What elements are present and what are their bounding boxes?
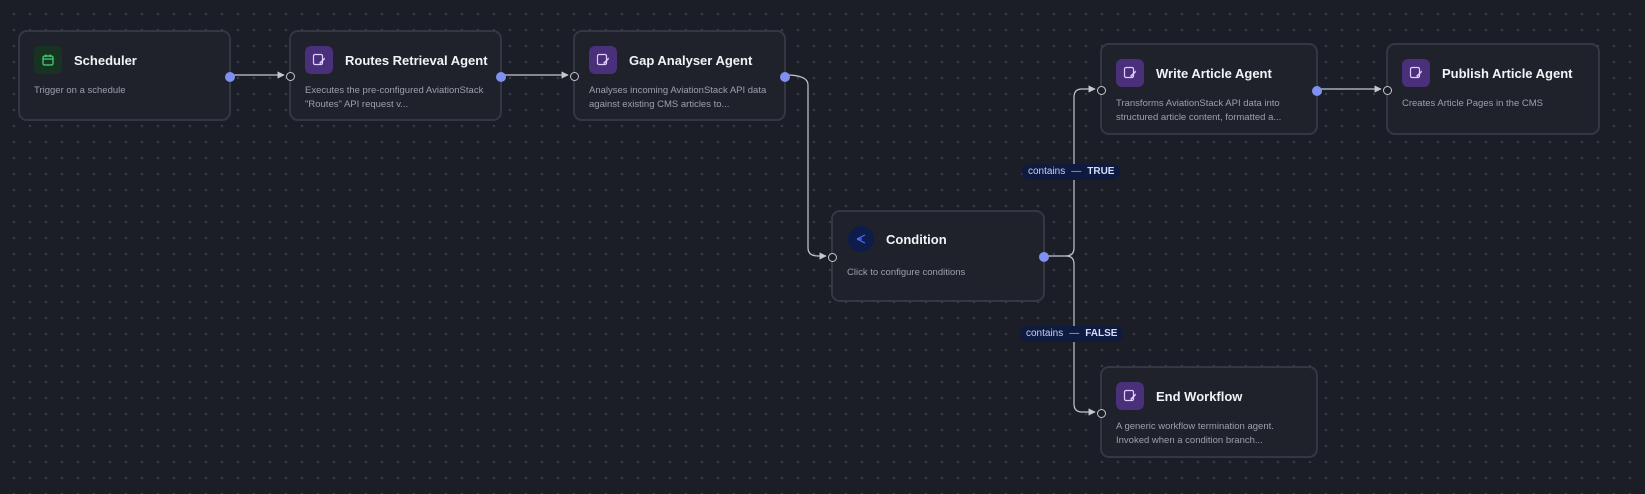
node-publish-article-agent[interactable]: Publish Article Agent Creates Article Pa… xyxy=(1383,43,1600,135)
output-handle[interactable] xyxy=(1312,86,1322,96)
node-title: End Workflow xyxy=(1156,388,1243,404)
input-handle[interactable] xyxy=(1097,409,1106,418)
input-handle[interactable] xyxy=(570,72,579,81)
agent-edit-icon xyxy=(589,46,617,74)
input-handle[interactable] xyxy=(286,72,295,81)
agent-edit-icon xyxy=(1402,59,1430,87)
node-description: Creates Article Pages in the CMS xyxy=(1402,98,1543,109)
node-title: Routes Retrieval Agent xyxy=(345,52,488,68)
edge-label-false[interactable]: contains — FALSE xyxy=(1020,326,1124,342)
node-description: Transforms AviationStack API data into s… xyxy=(1116,98,1282,123)
edge-label-true[interactable]: contains — TRUE xyxy=(1022,164,1121,180)
node-title: Gap Analyser Agent xyxy=(629,52,753,68)
node-gap-analyser-agent[interactable]: Gap Analyser Agent Analyses incoming Avi… xyxy=(570,30,790,121)
agent-edit-icon xyxy=(1116,59,1144,87)
input-handle[interactable] xyxy=(828,253,837,262)
edge-label-separator: — xyxy=(1071,166,1082,177)
node-title: Scheduler xyxy=(74,52,137,68)
edge-label-value: FALSE xyxy=(1085,328,1118,339)
edge-label-separator: — xyxy=(1069,328,1080,339)
output-handle[interactable] xyxy=(496,72,506,82)
node-title: Publish Article Agent xyxy=(1442,65,1573,81)
input-handle[interactable] xyxy=(1383,86,1392,95)
input-handle[interactable] xyxy=(1097,86,1106,95)
node-title: Condition xyxy=(886,231,947,247)
output-handle[interactable] xyxy=(225,72,235,82)
node-description: Analyses incoming AviationStack API data… xyxy=(589,85,767,110)
branch-icon xyxy=(848,226,874,252)
edge-label-operator: contains xyxy=(1028,166,1066,177)
node-description: Executes the pre-configured AviationStac… xyxy=(305,85,484,110)
agent-edit-icon xyxy=(305,46,333,74)
node-title: Write Article Agent xyxy=(1156,65,1272,81)
node-description: Click to configure conditions xyxy=(847,267,966,278)
node-end-workflow[interactable]: End Workflow A generic workflow terminat… xyxy=(1097,366,1318,458)
agent-edit-icon xyxy=(1116,382,1144,410)
output-handle[interactable] xyxy=(1039,252,1049,262)
node-description: Trigger on a schedule xyxy=(34,85,126,96)
node-description: A generic workflow termination agent. In… xyxy=(1116,421,1274,446)
output-handle[interactable] xyxy=(780,72,790,82)
node-routes-retrieval-agent[interactable]: Routes Retrieval Agent Executes the pre-… xyxy=(286,30,506,121)
node-write-article-agent[interactable]: Write Article Agent Transforms AviationS… xyxy=(1097,43,1322,135)
edge-label-operator: contains xyxy=(1026,328,1064,339)
edge-label-value: TRUE xyxy=(1087,166,1115,177)
node-condition[interactable]: Condition Click to configure conditions xyxy=(828,210,1049,302)
calendar-icon xyxy=(34,46,62,74)
node-scheduler[interactable]: Scheduler Trigger on a schedule xyxy=(18,30,235,121)
edge-gap-condition xyxy=(785,74,827,260)
